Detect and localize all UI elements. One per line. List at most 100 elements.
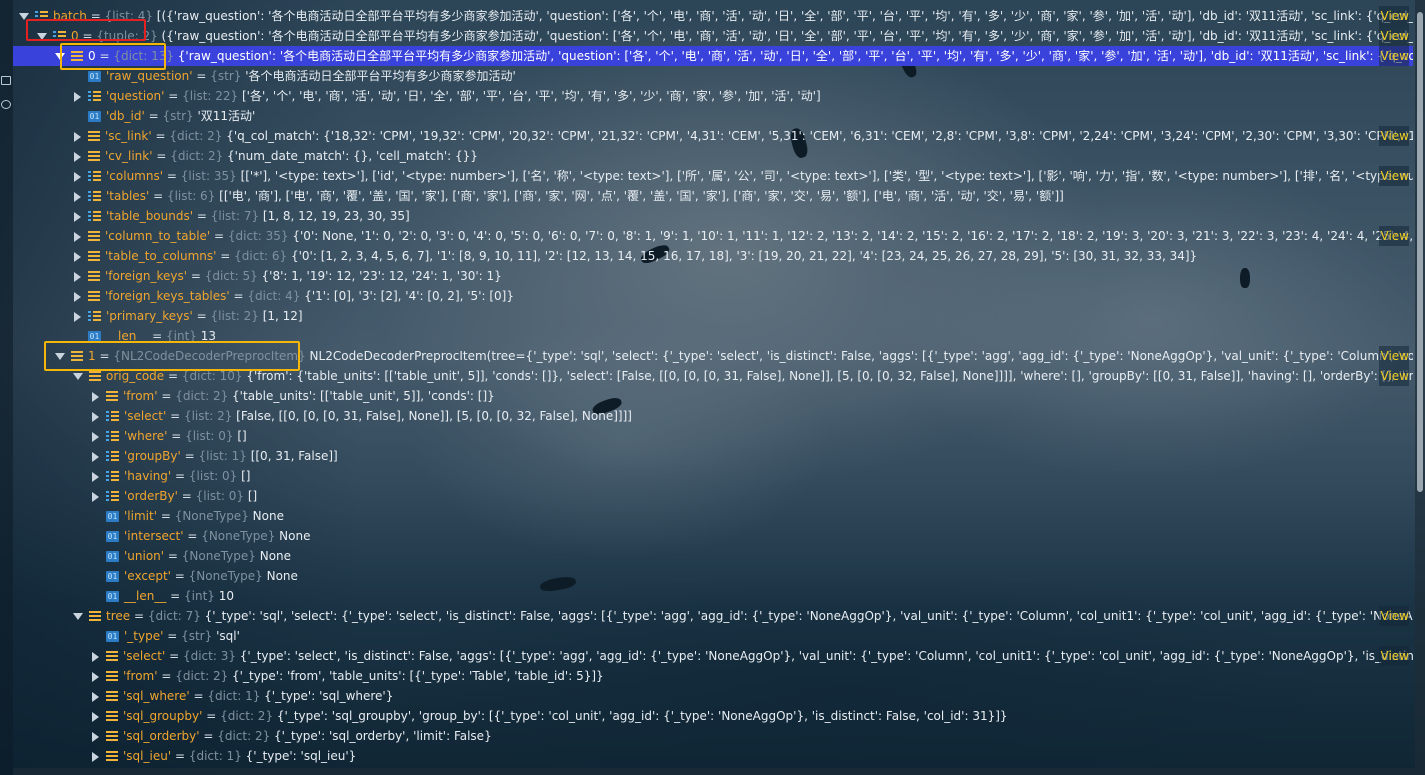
list-type-icon (106, 470, 119, 483)
view-link[interactable]: View (1378, 366, 1409, 386)
expand-arrow-icon[interactable] (92, 671, 99, 682)
tree-row[interactable]: 'from' = {dict: 2} {'table_units': [['ta… (13, 386, 1413, 406)
row-equals: = (177, 489, 196, 503)
tree-row[interactable]: 'question' = {list: 22} ['各', '个', '电', … (13, 86, 1413, 106)
tree-row[interactable]: 'sql_groupby' = {dict: 2} {'_type': 'sql… (13, 706, 1413, 726)
tree-row[interactable]: 0 = {tuple: 2} ({'raw_question': '各个电商活动… (13, 26, 1413, 46)
row-type: {list: 22} (182, 89, 239, 103)
row-value: {'_type': 'sql_groupby', 'group_by': [{'… (273, 709, 1008, 723)
row-key: 'table_bounds' (106, 209, 194, 223)
tree-row[interactable]: 'having' = {list: 0} [] (13, 466, 1413, 486)
expand-arrow-icon[interactable] (74, 271, 81, 282)
row-value: [False, [[0, [0, [0, 31, False], None]],… (232, 409, 632, 423)
tree-row[interactable]: 'sql_orderby' = {dict: 2} {'_type': 'sql… (13, 726, 1413, 746)
tree-row[interactable]: 'foreign_keys' = {dict: 5} {'8': 1, '19'… (13, 266, 1413, 286)
expand-arrow-icon[interactable] (92, 711, 99, 722)
expand-arrow-icon[interactable] (92, 391, 99, 402)
dict-type-icon (88, 270, 100, 283)
view-link[interactable]: View (1378, 646, 1409, 666)
view-link[interactable]: View (1378, 26, 1409, 46)
view-link[interactable]: View (1378, 226, 1409, 246)
tree-row[interactable]: 'foreign_keys_tables' = {dict: 4} {'1': … (13, 286, 1413, 306)
scrollbar-thumb[interactable] (1417, 12, 1423, 492)
tree-row[interactable]: 'cv_link' = {dict: 2} {'num_date_match':… (13, 146, 1413, 166)
row-equals: = (187, 269, 205, 283)
view-link[interactable]: View (1378, 46, 1409, 66)
vertical-scrollbar[interactable] (1415, 0, 1425, 775)
tree-row[interactable]: 'sql_ieu' = {dict: 1} {'_type': 'sql_ieu… (13, 746, 1413, 766)
tree-row[interactable]: 'sc_link' = {dict: 2} {'q_col_match': {'… (13, 126, 1413, 146)
row-type: {NoneType} (188, 569, 263, 583)
expand-arrow-icon[interactable] (92, 451, 99, 462)
tree-row[interactable]: 'select' = {list: 2} [False, [[0, [0, [0… (13, 406, 1413, 426)
expand-arrow-icon[interactable] (92, 691, 99, 702)
row-value: {'_type': 'from', 'table_units': [{'_typ… (228, 669, 604, 683)
expand-arrow-icon[interactable] (92, 491, 99, 502)
tree-row[interactable]: 'groupBy' = {list: 1} [[0, 31, False]] (13, 446, 1413, 466)
tree-row[interactable]: 01 'intersect' = {NoneType} None (13, 526, 1413, 546)
expand-arrow-icon[interactable] (74, 91, 81, 102)
tree-row[interactable]: 'where' = {list: 0} [] (13, 426, 1413, 446)
expand-arrow-icon[interactable] (74, 131, 81, 142)
collapse-arrow-icon[interactable] (73, 373, 83, 380)
row-equals: = (183, 529, 202, 543)
row-equals: = (166, 409, 184, 423)
row-value: [['*'], '<type: text>'], ['id', '<type: … (236, 169, 1413, 183)
row-type: {dict: 4} (247, 289, 301, 303)
row-value: 'sql' (212, 629, 240, 643)
expand-arrow-icon[interactable] (74, 191, 81, 202)
tree-row[interactable]: 01 'db_id' = {str} '双11活动' (13, 106, 1413, 126)
row-type: {list: 0} (185, 429, 234, 443)
expand-arrow-icon[interactable] (74, 311, 81, 322)
tree-row[interactable]: tree = {dict: 7} {'_type': 'sql', 'selec… (13, 606, 1413, 626)
expand-arrow-icon[interactable] (74, 251, 81, 262)
expand-arrow-icon[interactable] (92, 751, 99, 762)
list-type-icon (106, 410, 119, 423)
expand-arrow-icon[interactable] (92, 731, 99, 742)
view-link[interactable]: View (1378, 346, 1409, 366)
expand-arrow-icon[interactable] (92, 471, 99, 482)
tree-row[interactable]: 0 = {dict: 13} {'raw_question': '各个电商活动日… (13, 46, 1413, 66)
tree-row[interactable]: 'table_to_columns' = {dict: 6} {'0': [1,… (13, 246, 1413, 266)
view-link[interactable]: View (1378, 166, 1409, 186)
tree-row[interactable]: 'table_bounds' = {list: 7} [1, 8, 12, 19… (13, 206, 1413, 226)
row-type: {list: 2} (183, 409, 233, 423)
view-link[interactable]: View (1378, 126, 1409, 146)
expand-arrow-icon[interactable] (92, 411, 99, 422)
dict-type-icon (106, 650, 118, 663)
expand-arrow-icon[interactable] (74, 231, 81, 242)
tree-row[interactable]: batch = {list: 4} [({'raw_question': '各个… (13, 6, 1413, 26)
tree-row[interactable]: 'columns' = {list: 35} [['*'], '<type: t… (13, 166, 1413, 186)
tree-row[interactable]: 'sql_where' = {dict: 1} {'_type': 'sql_w… (13, 686, 1413, 706)
tree-row[interactable]: 01 'raw_question' = {str} '各个电商活动日全部平台平均有… (13, 66, 1413, 86)
tree-row[interactable]: 01 'limit' = {NoneType} None (13, 506, 1413, 526)
tree-row[interactable]: 'select' = {dict: 3} {'_type': 'select',… (13, 646, 1413, 666)
row-value: None (275, 529, 311, 543)
row-key: 'cv_link' (105, 149, 153, 163)
panel-icon[interactable] (1, 76, 11, 85)
tree-row[interactable]: 01 'except' = {NoneType} None (13, 566, 1413, 586)
tree-row[interactable]: 'orderBy' = {list: 0} [] (13, 486, 1413, 506)
view-link[interactable]: View (1378, 606, 1409, 626)
row-key: 'columns' (106, 169, 164, 183)
tree-row[interactable]: 01 __len__ = {int} 10 (13, 586, 1413, 606)
watch-icon[interactable] (1, 100, 11, 109)
expand-arrow-icon[interactable] (92, 431, 99, 442)
tree-row[interactable]: 01 'union' = {NoneType} None (13, 546, 1413, 566)
expand-arrow-icon[interactable] (74, 211, 81, 222)
tree-row[interactable]: 'from' = {dict: 2} {'_type': 'from', 'ta… (13, 666, 1413, 686)
tree-row[interactable]: 'primary_keys' = {list: 2} [1, 12] (13, 306, 1413, 326)
tree-row[interactable]: 01 '_type' = {str} 'sql' (13, 626, 1413, 646)
expand-arrow-icon[interactable] (74, 151, 81, 162)
expand-arrow-icon[interactable] (74, 171, 81, 182)
row-type: {dict: 10} (181, 369, 243, 383)
row-key: 'column_to_table' (105, 229, 211, 243)
horizontal-scrollbar[interactable] (13, 768, 1415, 775)
expand-arrow-icon[interactable] (92, 651, 99, 662)
row-value: {'8': 1, '19': 12, '23': 12, '24': 1, '3… (257, 269, 502, 283)
tree-row[interactable]: 'tables' = {list: 6} [['电', '商'], ['电', … (13, 186, 1413, 206)
tree-row[interactable]: 'column_to_table' = {dict: 35} {'0': Non… (13, 226, 1413, 246)
view-link[interactable]: View (1378, 6, 1409, 26)
collapse-arrow-icon[interactable] (73, 613, 83, 620)
expand-arrow-icon[interactable] (74, 291, 81, 302)
